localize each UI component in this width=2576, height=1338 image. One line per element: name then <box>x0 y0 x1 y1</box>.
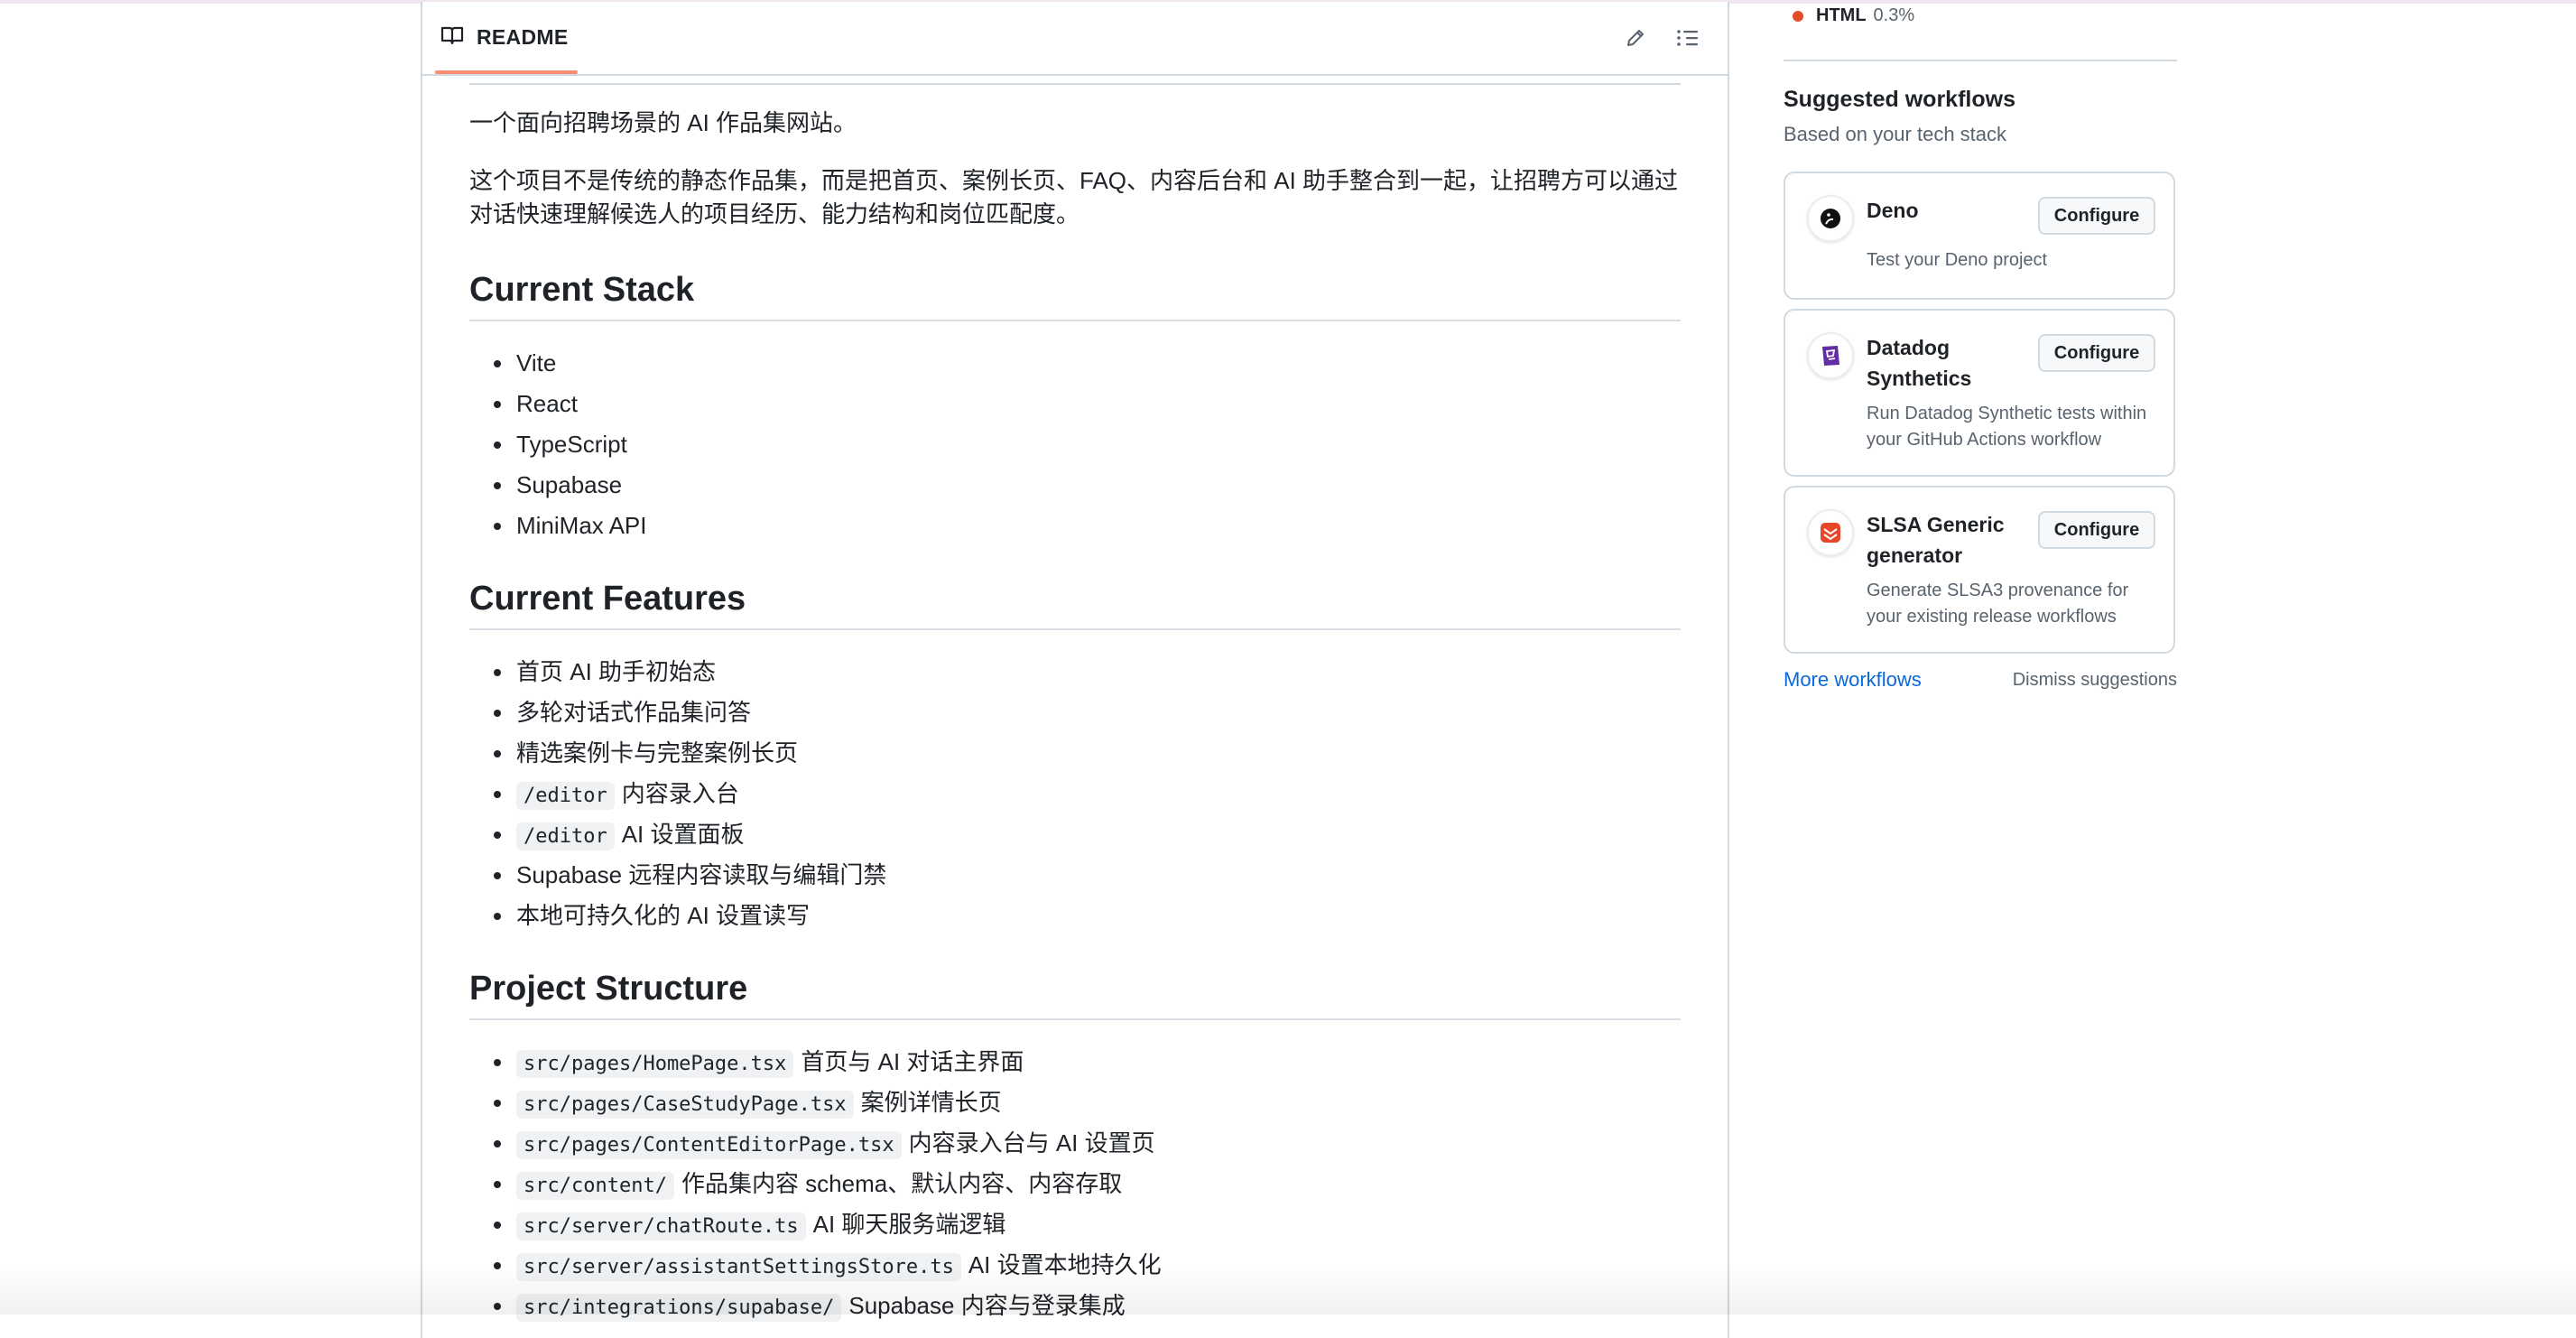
list-item: 精选案例卡与完整案例长页 <box>494 733 1681 774</box>
item-text: 首页与 AI 对话主界面 <box>801 1048 1024 1075</box>
book-icon <box>440 25 464 50</box>
list-item: src/server/assistantSettingsStore.ts AI 设… <box>494 1245 1681 1286</box>
list-item: Supabase <box>494 465 1681 506</box>
structure-list: src/pages/HomePage.tsx 首页与 AI 对话主界面 src/p… <box>469 1042 1681 1326</box>
inline-code: /editor <box>516 782 615 810</box>
slsa-icon <box>1807 509 1854 556</box>
workflow-description: Test your Deno project <box>1867 250 2048 270</box>
list-item: 本地可持久化的 AI 设置读写 <box>494 896 1681 936</box>
readme-header: README <box>422 2 1728 76</box>
item-text: 精选案例卡与完整案例长页 <box>516 739 799 767</box>
list-item: /editor 内容录入台 <box>494 774 1681 814</box>
dismiss-suggestions-button[interactable]: Dismiss suggestions <box>2013 670 2177 691</box>
inline-code: src/pages/ContentEditorPage.tsx <box>516 1131 902 1159</box>
list-item: 多轮对话式作品集问答 <box>494 692 1681 733</box>
workflow-name: Deno <box>1867 199 1919 222</box>
list-item: /editor AI 设置面板 <box>494 814 1681 855</box>
list-item: src/pages/CaseStudyPage.tsx 案例详情长页 <box>494 1082 1681 1123</box>
inline-code: src/server/chatRoute.ts <box>516 1213 806 1240</box>
item-text: 内容录入台与 AI 设置页 <box>908 1129 1155 1157</box>
language-color-dot <box>1793 10 1803 22</box>
divider <box>1784 60 2177 61</box>
divider <box>469 83 1681 85</box>
outline-button[interactable] <box>1670 22 1706 58</box>
configure-button[interactable]: Configure <box>2038 511 2155 549</box>
inline-code: /editor <box>516 822 615 850</box>
suggested-workflows-subtitle: Based on your tech stack <box>1784 123 2007 145</box>
heading-project-structure: Project Structure <box>469 966 1681 1020</box>
configure-button[interactable]: Configure <box>2038 197 2155 235</box>
list-item: src/server/chatRoute.ts AI 聊天服务端逻辑 <box>494 1204 1681 1245</box>
readme-description: 这个项目不是传统的静态作品集，而是把首页、案例长页、FAQ、内容后台和 AI 助… <box>469 167 1679 228</box>
features-list: 首页 AI 助手初始态 多轮对话式作品集问答 精选案例卡与完整案例长页 /edi… <box>469 652 1681 936</box>
workflow-name: SLSA Generic generator <box>1867 513 2005 567</box>
heading-current-stack: Current Stack <box>469 267 1681 321</box>
item-text: AI 设置本地持久化 <box>968 1251 1162 1278</box>
list-item: 首页 AI 助手初始态 <box>494 652 1681 692</box>
inline-code: src/pages/CaseStudyPage.tsx <box>516 1091 854 1119</box>
deno-icon <box>1807 195 1854 242</box>
heading-current-features: Current Features <box>469 576 1681 630</box>
list-item: src/pages/HomePage.tsx 首页与 AI 对话主界面 <box>494 1042 1681 1082</box>
language-name: HTML <box>1816 5 1867 25</box>
workflow-card-deno: Deno Configure Test your Deno project <box>1784 172 2175 300</box>
suggested-workflows-title: Suggested workflows <box>1784 87 2015 112</box>
workflow-description: Run Datadog Synthetic tests within your … <box>1867 404 2147 450</box>
item-text: 作品集内容 schema、默认内容、内容存取 <box>681 1170 1123 1197</box>
item-text: AI 聊天服务端逻辑 <box>812 1211 1006 1238</box>
tab-readme[interactable]: README <box>435 2 578 72</box>
language-percent: 0.3% <box>1873 5 1915 25</box>
list-item: Vite <box>494 343 1681 384</box>
workflow-card-slsa: SLSA Generic generator Configure Generat… <box>1784 486 2175 654</box>
list-item: Supabase 远程内容读取与编辑门禁 <box>494 855 1681 896</box>
tab-underline <box>435 70 578 74</box>
datadog-icon <box>1807 332 1854 379</box>
pencil-icon <box>1625 27 1646 53</box>
configure-button[interactable]: Configure <box>2038 334 2155 372</box>
more-workflows-link[interactable]: More workflows <box>1784 668 1922 692</box>
list-item: React <box>494 384 1681 424</box>
list-item: src/content/作品集内容 schema、默认内容、内容存取 <box>494 1164 1681 1204</box>
item-text: 本地可持久化的 AI 设置读写 <box>516 902 811 929</box>
list-item: src/pages/ContentEditorPage.tsx 内容录入台与 AI… <box>494 1123 1681 1164</box>
list-icon <box>1676 27 1700 53</box>
item-text: 多轮对话式作品集问答 <box>516 699 752 726</box>
inline-code: src/integrations/supabase/ <box>516 1294 842 1322</box>
readme-tab-label: README <box>477 24 569 49</box>
workflow-description: Generate SLSA3 provenance for your exist… <box>1867 581 2129 627</box>
stack-list: Vite React TypeScript Supabase MiniMax A… <box>469 343 1681 546</box>
list-item: MiniMax API <box>494 506 1681 546</box>
item-text: Supabase 内容与登录集成 <box>848 1292 1126 1319</box>
list-item: TypeScript <box>494 424 1681 465</box>
workflow-name: Datadog Synthetics <box>1867 336 1972 390</box>
item-text: 首页 AI 助手初始态 <box>516 658 717 685</box>
item-text: 案例详情长页 <box>860 1089 1002 1116</box>
item-text: AI 设置面板 <box>621 821 745 848</box>
item-text: 内容录入台 <box>621 780 739 807</box>
workflow-card-datadog: Datadog Synthetics Configure Run Datadog… <box>1784 309 2175 477</box>
item-text: Supabase 远程内容读取与编辑门禁 <box>516 861 887 888</box>
list-item: src/integrations/supabase/Supabase 内容与登录… <box>494 1286 1681 1326</box>
inline-code: src/pages/HomePage.tsx <box>516 1050 794 1078</box>
inline-code: src/content/ <box>516 1172 674 1200</box>
readme-panel: README 一个面向招聘场景的 AI 作品集网站。 这个项目不是传统的静态作品… <box>421 2 1729 1338</box>
edit-readme-button[interactable] <box>1617 22 1654 58</box>
readme-intro: 一个面向招聘场景的 AI 作品集网站。 <box>469 109 857 136</box>
language-html[interactable]: HTML 0.3% <box>1793 5 1914 26</box>
inline-code: src/server/assistantSettingsStore.ts <box>516 1253 961 1281</box>
